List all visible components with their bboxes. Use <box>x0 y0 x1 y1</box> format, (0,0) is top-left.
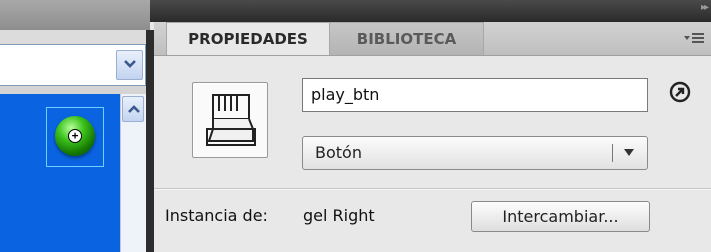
left-dropdown[interactable] <box>0 44 146 86</box>
left-pane: + <box>0 0 150 252</box>
swap-symbol-button[interactable]: Intercambiar... <box>471 201 650 232</box>
registration-point-icon: + <box>68 129 82 143</box>
panel-menu-icon[interactable] <box>683 28 705 48</box>
panel-title-bar: ▸▸ <box>150 0 711 22</box>
selected-symbol-instance[interactable]: + <box>46 107 104 167</box>
left-pane-gap <box>0 86 150 94</box>
dropdown-arrow-button[interactable] <box>116 50 143 80</box>
panel-tab-bar: PROPIEDADES BIBLIOTECA <box>154 22 711 56</box>
symbol-type-value: Botón <box>315 143 362 162</box>
chevron-up-icon <box>128 105 140 113</box>
triangle-down-icon <box>624 149 634 156</box>
select-separator <box>612 144 613 162</box>
tab-biblioteca[interactable]: BIBLIOTECA <box>330 22 484 55</box>
instance-of-label: Instancia de: <box>165 206 268 225</box>
section-divider-highlight <box>154 189 711 190</box>
tab-propiedades[interactable]: PROPIEDADES <box>166 22 330 55</box>
chevron-down-icon <box>124 60 136 68</box>
left-pane-strip <box>0 30 150 44</box>
symbol-type-select[interactable]: Botón <box>302 136 648 170</box>
instance-of-value: gel Right <box>303 206 375 225</box>
pane-divider[interactable] <box>146 30 154 252</box>
edit-in-place-icon[interactable] <box>668 80 692 104</box>
left-pane-header <box>0 0 150 30</box>
scroll-up-button[interactable] <box>122 96 144 122</box>
instance-name-input[interactable]: play_btn <box>302 78 648 112</box>
vertical-scrollbar[interactable] <box>120 94 146 252</box>
green-gel-button-icon: + <box>55 116 95 156</box>
button-symbol-icon <box>192 82 268 158</box>
expand-panel-icon[interactable]: ▸▸ <box>701 2 709 13</box>
